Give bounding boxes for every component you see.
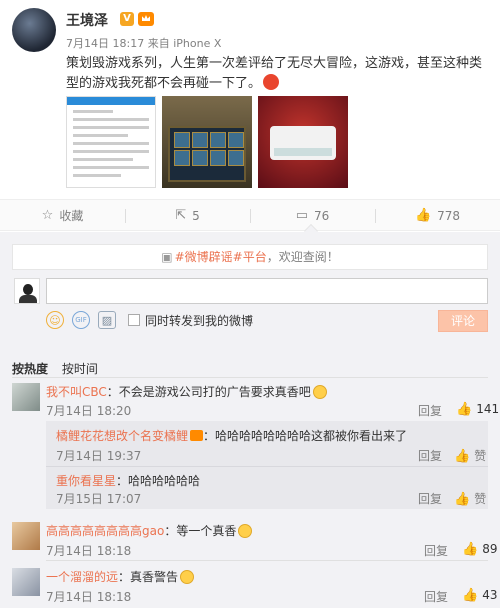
info-icon: ▣ <box>161 250 173 264</box>
favorite-button[interactable]: ☆ 收藏 <box>0 200 125 231</box>
reply-text-line: 重你看星星：哈哈哈哈哈哈 <box>56 472 200 489</box>
forward-label: 同时转发到我的微博 <box>145 313 254 328</box>
comment-time: 7月14日 18:20 <box>46 404 132 418</box>
thumbs-up-icon: 👍 <box>454 492 471 507</box>
laugh-emoji-icon <box>238 524 253 538</box>
post-source[interactable]: iPhone X <box>173 37 221 50</box>
reply-like-button[interactable]: 👍 赞 <box>454 447 486 464</box>
weibo-post: 王境泽 V 7月14日 18:17 来自 iPhone X 策划毁游戏系列，人生… <box>0 0 500 198</box>
sort-by-hot-tab[interactable]: 按热度 <box>12 362 48 376</box>
image-upload-icon[interactable]: ▨ <box>98 311 116 329</box>
reply-like-label: 赞 <box>474 449 487 463</box>
forward-checkbox[interactable] <box>128 314 140 326</box>
reply-like-button[interactable]: 👍 赞 <box>454 490 486 507</box>
rumor-notice-link[interactable]: #微博辟谣#平台 <box>175 250 267 264</box>
reply-text: ：哈哈哈哈哈哈哈哈这都被你看出来了 <box>203 429 408 443</box>
comment-like-count: 43 <box>482 588 498 602</box>
comment-input[interactable] <box>46 278 488 304</box>
commenter-name[interactable]: 我不叫CBC <box>46 385 107 399</box>
reply-time: 7月14日 19:37 <box>56 449 142 463</box>
commenter-name[interactable]: 高高高高高高高高gao <box>46 524 164 538</box>
post-text: 策划毁游戏系列，人生第一次差评给了无尽大冒险，这游戏，甚至这种类型的游戏我死都不… <box>66 54 486 94</box>
comment-like-button[interactable]: 👍 43 <box>462 588 497 603</box>
reply-time: 7月15日 17:07 <box>56 492 142 506</box>
comment-text-line: 我不叫CBC：不会是游戏公司打的广告要求真香吧 <box>46 383 327 400</box>
reply-text: ：哈哈哈哈哈哈 <box>116 474 201 488</box>
comment-time: 7月14日 18:18 <box>46 544 132 558</box>
post-meta: 7月14日 18:17 来自 iPhone X <box>66 35 221 51</box>
vip-crown-icon <box>138 12 154 26</box>
reply-button[interactable]: 回复 <box>418 490 442 507</box>
comment-text: ：真香警告 <box>118 570 179 584</box>
submit-comment-button[interactable]: 评论 <box>438 310 488 332</box>
star-icon: ☆ <box>41 208 54 223</box>
divider <box>46 466 488 467</box>
comment-like-count: 89 <box>482 542 498 556</box>
commenter-avatar[interactable] <box>12 383 40 411</box>
reply-button[interactable]: 回复 <box>418 447 442 464</box>
divider <box>46 560 488 561</box>
commenter-name[interactable]: 一个溜溜的远 <box>46 570 118 584</box>
comment-text-line: 高高高高高高高高gao：等一个真香 <box>46 522 253 539</box>
comment-count: 76 <box>314 208 330 223</box>
comment-icon: ▭ <box>295 208 308 223</box>
comment-time: 7月14日 18:18 <box>46 590 132 604</box>
sort-tabs: 按热度 按时间 <box>12 360 108 377</box>
replier-name[interactable]: 重你看星星 <box>56 474 116 488</box>
angry-emoji-icon <box>263 74 280 90</box>
like-count: 778 <box>437 208 461 223</box>
post-image-dialog-screenshot[interactable] <box>258 96 348 188</box>
repost-count: 5 <box>192 208 200 223</box>
comment-text-line: 一个溜溜的远：真香警告 <box>46 568 195 585</box>
reply-button[interactable]: 回复 <box>424 588 448 605</box>
commenter-avatar[interactable] <box>12 522 40 550</box>
like-button[interactable]: 👍 778 <box>375 200 500 231</box>
author-avatar[interactable] <box>12 8 56 52</box>
reply-text-line: 橘鲤花花想改个名变橘鲤 ：哈哈哈哈哈哈哈哈这都被你看出来了 <box>56 427 407 444</box>
divider <box>12 377 488 378</box>
repost-button[interactable]: ⇱ 5 <box>125 200 250 231</box>
vip-badge-icon <box>190 430 204 441</box>
gif-icon[interactable]: GIF <box>72 311 90 329</box>
comment-text: ：不会是游戏公司打的广告要求真香吧 <box>106 385 311 399</box>
rumor-notice: ▣ #微博辟谣#平台，欢迎查阅！ <box>12 244 488 270</box>
thumbs-up-icon: 👍 <box>414 208 432 223</box>
post-image-app-screenshot[interactable] <box>66 96 156 188</box>
commenter-avatar[interactable] <box>12 568 40 596</box>
current-user-avatar <box>14 278 40 304</box>
reply-button[interactable]: 回复 <box>418 402 442 419</box>
verified-badge-icon: V <box>120 12 134 26</box>
reply-button[interactable]: 回复 <box>424 542 448 559</box>
replier-name[interactable]: 橘鲤花花想改个名变橘鲤 <box>56 429 188 443</box>
reply-list: 橘鲤花花想改个名变橘鲤 ：哈哈哈哈哈哈哈哈这都被你看出来了 7月14日 19:37… <box>46 421 488 509</box>
comment-like-button[interactable]: 👍 89 <box>462 542 497 557</box>
thumbs-up-icon: 👍 <box>462 588 479 603</box>
reply-like-label: 赞 <box>474 492 487 506</box>
thumbs-up-icon: 👍 <box>454 449 471 464</box>
laugh-emoji-icon <box>312 385 327 399</box>
sort-by-time-tab[interactable]: 按时间 <box>62 362 98 376</box>
thumbs-up-icon: 👍 <box>456 402 473 417</box>
emoji-icon[interactable]: ☺ <box>46 311 64 329</box>
rumor-notice-text: ，欢迎查阅！ <box>266 250 339 264</box>
favorite-label: 收藏 <box>59 209 84 223</box>
comment-toolbar: ☺ GIF ▨ 同时转发到我的微博 <box>46 310 253 330</box>
post-action-bar: ☆ 收藏 ⇱ 5 ▭ 76 👍 778 <box>0 199 500 231</box>
comment-panel: ▣ #微博辟谣#平台，欢迎查阅！ ☺ GIF ▨ 同时转发到我的微博 评论 按热度… <box>0 223 500 608</box>
post-image-game-screenshot[interactable] <box>162 96 252 188</box>
laugh-emoji-icon <box>180 570 195 584</box>
comment-like-count: 141 <box>476 402 500 416</box>
repost-icon: ⇱ <box>175 208 187 223</box>
author-name[interactable]: 王境泽 <box>66 10 108 30</box>
thumbs-up-icon: 👍 <box>462 542 479 557</box>
post-time[interactable]: 7月14日 18:17 <box>66 37 144 50</box>
comment-text: ：等一个真香 <box>164 524 237 538</box>
comment-like-button[interactable]: 👍 141 <box>456 402 499 417</box>
post-source-prefix: 来自 <box>147 37 170 50</box>
